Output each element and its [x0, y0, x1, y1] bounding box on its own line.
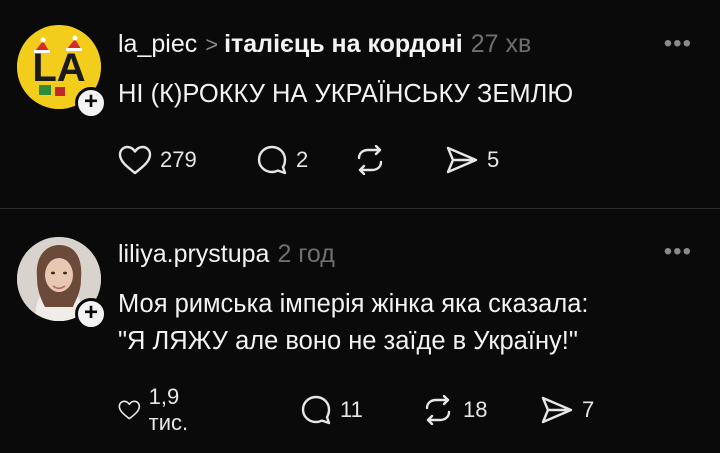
heart-icon	[118, 400, 141, 420]
post-text: НІ (К)РОККУ НА УКРАЇНСЬКУ ЗЕМЛЮ	[118, 80, 574, 108]
repost-icon	[425, 395, 451, 425]
like-button[interactable]: 1,9 тис.	[118, 384, 199, 435]
more-horizontal-icon[interactable]: •••	[664, 30, 692, 58]
comment-count: 2	[296, 147, 309, 172]
comment-count: 11	[340, 397, 363, 422]
community-name[interactable]: італієць на кордоні	[224, 30, 463, 58]
send-icon	[541, 396, 573, 424]
like-count: 279	[160, 147, 197, 172]
heart-icon	[118, 145, 152, 175]
share-count: 7	[582, 397, 595, 422]
timestamp: 2 год	[277, 240, 335, 268]
follow-plus-button[interactable]: +	[75, 87, 107, 119]
follow-plus-button[interactable]: +	[75, 298, 107, 330]
share-button[interactable]: 7	[540, 393, 594, 427]
thread-post: + liliya.prystupa 2 год ••• Моя римська і…	[0, 209, 720, 453]
like-count: 1,9 тис.	[148, 384, 189, 435]
repost-icon	[357, 145, 383, 175]
post-text: Моя римська імперія жінка яка сказала: "…	[118, 286, 588, 360]
comment-button[interactable]: 11	[300, 393, 363, 427]
comment-bubble-icon	[301, 395, 331, 425]
chevron-right-icon: >	[205, 32, 219, 57]
more-horizontal-icon[interactable]: •••	[664, 238, 692, 266]
comment-button[interactable]: 2	[256, 143, 308, 177]
username[interactable]: la_piec	[118, 30, 197, 58]
share-count: 5	[487, 147, 500, 172]
repost-count: 18	[463, 397, 488, 422]
repost-button[interactable]: 18	[421, 393, 487, 427]
send-icon	[446, 146, 478, 174]
post-text-line: "Я ЛЯЖУ але воно не заїде в Україну!"	[118, 327, 578, 355]
repost-button[interactable]	[353, 143, 395, 177]
post-header: la_piec > італієць на кордоні 27 хв	[118, 30, 531, 59]
share-button[interactable]: 5	[445, 143, 499, 177]
post-header: liliya.prystupa 2 год	[118, 240, 335, 269]
thread-post: LA + la_piec > італієць на кордоні 27 хв ••…	[0, 0, 720, 208]
like-button[interactable]: 279	[118, 143, 197, 177]
comment-bubble-icon	[257, 145, 287, 175]
username[interactable]: liliya.prystupa	[118, 240, 269, 268]
post-text-line: Моя римська імперія жінка яка сказала:	[118, 290, 589, 318]
timestamp: 27 хв	[470, 30, 532, 58]
